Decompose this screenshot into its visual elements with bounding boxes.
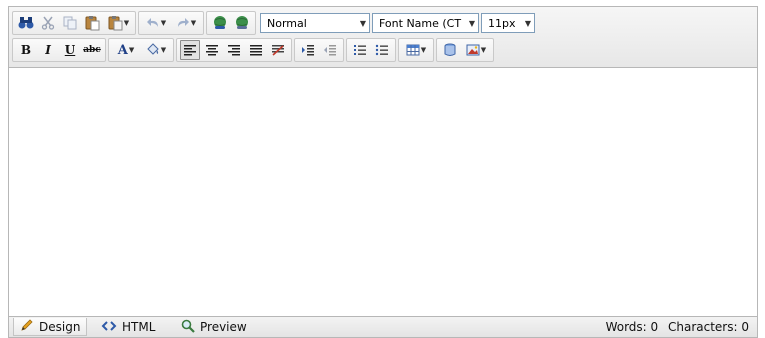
chevron-down-icon: ▼ <box>128 46 135 54</box>
insert-image-dropdown[interactable]: ▼ <box>462 40 490 60</box>
paint-bucket-icon <box>146 43 160 57</box>
globe-link-icon <box>212 15 228 31</box>
tab-design-label: Design <box>39 319 81 334</box>
remove-link-button[interactable] <box>232 13 252 33</box>
paste-options-dropdown[interactable]: ▼ <box>104 13 132 33</box>
numbered-list-icon <box>353 44 367 56</box>
redo-icon <box>176 17 190 29</box>
eraser-icon <box>271 44 285 56</box>
underline-label: U <box>64 43 76 57</box>
list-group <box>346 38 396 62</box>
status-bar: Design HTML Preview Words: 0 Characters:… <box>8 316 758 338</box>
indent-group <box>294 38 344 62</box>
tab-html-label: HTML <box>122 320 156 334</box>
align-center-button[interactable] <box>202 40 222 60</box>
align-right-icon <box>227 44 241 56</box>
history-group: ▼ ▼ <box>138 11 204 35</box>
database-icon <box>444 43 456 57</box>
font-size-select[interactable]: 11px ▼ <box>481 13 535 33</box>
binoculars-icon <box>18 16 34 30</box>
justify-button[interactable] <box>246 40 266 60</box>
font-name-value: Font Name (CT <box>379 16 462 30</box>
undo-button[interactable]: ▼ <box>142 13 170 33</box>
tab-html[interactable]: HTML <box>95 318 161 336</box>
word-count: Words: 0 <box>605 320 659 334</box>
indent-button[interactable] <box>298 40 318 60</box>
highlight-color-button[interactable]: ▼ <box>142 40 170 60</box>
toolbar-row-2: B I U abc A ▼ ▼ ▼ ▼ <box>12 38 496 62</box>
italic-button[interactable]: I <box>38 40 58 60</box>
paragraph-format-value: Normal <box>267 16 307 30</box>
chevron-down-icon: ▼ <box>359 19 366 28</box>
color-group: A ▼ ▼ <box>108 38 174 62</box>
numbered-list-button[interactable] <box>350 40 370 60</box>
magnifier-icon <box>181 319 195 336</box>
paragraph-format-select[interactable]: Normal ▼ <box>260 13 370 33</box>
outdent-icon <box>323 44 337 56</box>
word-count-area: Words: 0 Characters: 0 <box>606 320 749 334</box>
copy-button[interactable] <box>60 13 80 33</box>
clear-formatting-button[interactable] <box>268 40 288 60</box>
align-center-icon <box>205 44 219 56</box>
chevron-down-icon: ▼ <box>524 19 531 28</box>
font-color-button[interactable]: A ▼ <box>112 40 140 60</box>
image-icon <box>466 44 480 56</box>
bulleted-list-button[interactable] <box>372 40 392 60</box>
italic-label: I <box>45 43 51 57</box>
insert-table-button[interactable]: ▼ <box>402 40 430 60</box>
editor-content-area[interactable] <box>8 68 758 316</box>
insert-media-button[interactable] <box>440 40 460 60</box>
tab-preview-label: Preview <box>200 320 247 334</box>
bold-button[interactable]: B <box>16 40 36 60</box>
table-group: ▼ <box>398 38 434 62</box>
outdent-button[interactable] <box>320 40 340 60</box>
bulleted-list-icon <box>375 44 389 56</box>
cut-button[interactable] <box>38 13 58 33</box>
find-replace-button[interactable] <box>16 13 36 33</box>
table-icon <box>406 44 420 56</box>
clipboard-group: ▼ <box>12 11 136 35</box>
align-left-icon <box>183 44 197 56</box>
align-justify-icon <box>249 44 263 56</box>
scissors-icon <box>41 16 55 30</box>
chevron-down-icon: ▼ <box>160 19 167 27</box>
tab-preview[interactable]: Preview <box>175 318 253 336</box>
font-name-select[interactable]: Font Name (CT ▼ <box>372 13 479 33</box>
globe-unlink-icon <box>234 15 250 31</box>
font-color-label: A <box>117 42 128 58</box>
underline-button[interactable]: U <box>60 40 80 60</box>
chevron-down-icon: ▼ <box>468 19 475 28</box>
link-group <box>206 11 256 35</box>
chevron-down-icon: ▼ <box>160 46 167 54</box>
alignment-group <box>176 38 292 62</box>
insert-group: ▼ <box>436 38 494 62</box>
chevron-down-icon: ▼ <box>480 46 487 54</box>
clipboard-icon <box>84 15 100 31</box>
strikethrough-label: abc <box>83 45 101 55</box>
toolbar-row-1: ▼ ▼ ▼ Normal ▼ Font Name (CT ▼ 11px ▼ <box>12 11 535 35</box>
strikethrough-button[interactable]: abc <box>82 40 102 60</box>
paste-button[interactable] <box>82 13 102 33</box>
code-brackets-icon <box>101 320 117 335</box>
redo-button[interactable]: ▼ <box>172 13 200 33</box>
tab-design[interactable]: Design <box>13 318 88 336</box>
copy-icon <box>63 16 77 30</box>
bold-label: B <box>20 43 32 57</box>
indent-icon <box>301 44 315 56</box>
chevron-down-icon: ▼ <box>420 46 427 54</box>
rich-text-editor: ▼ ▼ ▼ Normal ▼ Font Name (CT ▼ 11px ▼ B … <box>8 6 758 338</box>
chevron-down-icon: ▼ <box>123 19 130 27</box>
toolbar: ▼ ▼ ▼ Normal ▼ Font Name (CT ▼ 11px ▼ B … <box>8 6 758 68</box>
character-count: Characters: 0 <box>668 320 749 334</box>
clipboard-icon <box>107 15 123 31</box>
text-style-group: B I U abc <box>12 38 106 62</box>
chevron-down-icon: ▼ <box>190 19 197 27</box>
align-right-button[interactable] <box>224 40 244 60</box>
font-size-value: 11px <box>488 16 516 30</box>
insert-link-button[interactable] <box>210 13 230 33</box>
undo-icon <box>146 17 160 29</box>
align-left-button[interactable] <box>180 40 200 60</box>
pencil-icon <box>20 318 34 335</box>
